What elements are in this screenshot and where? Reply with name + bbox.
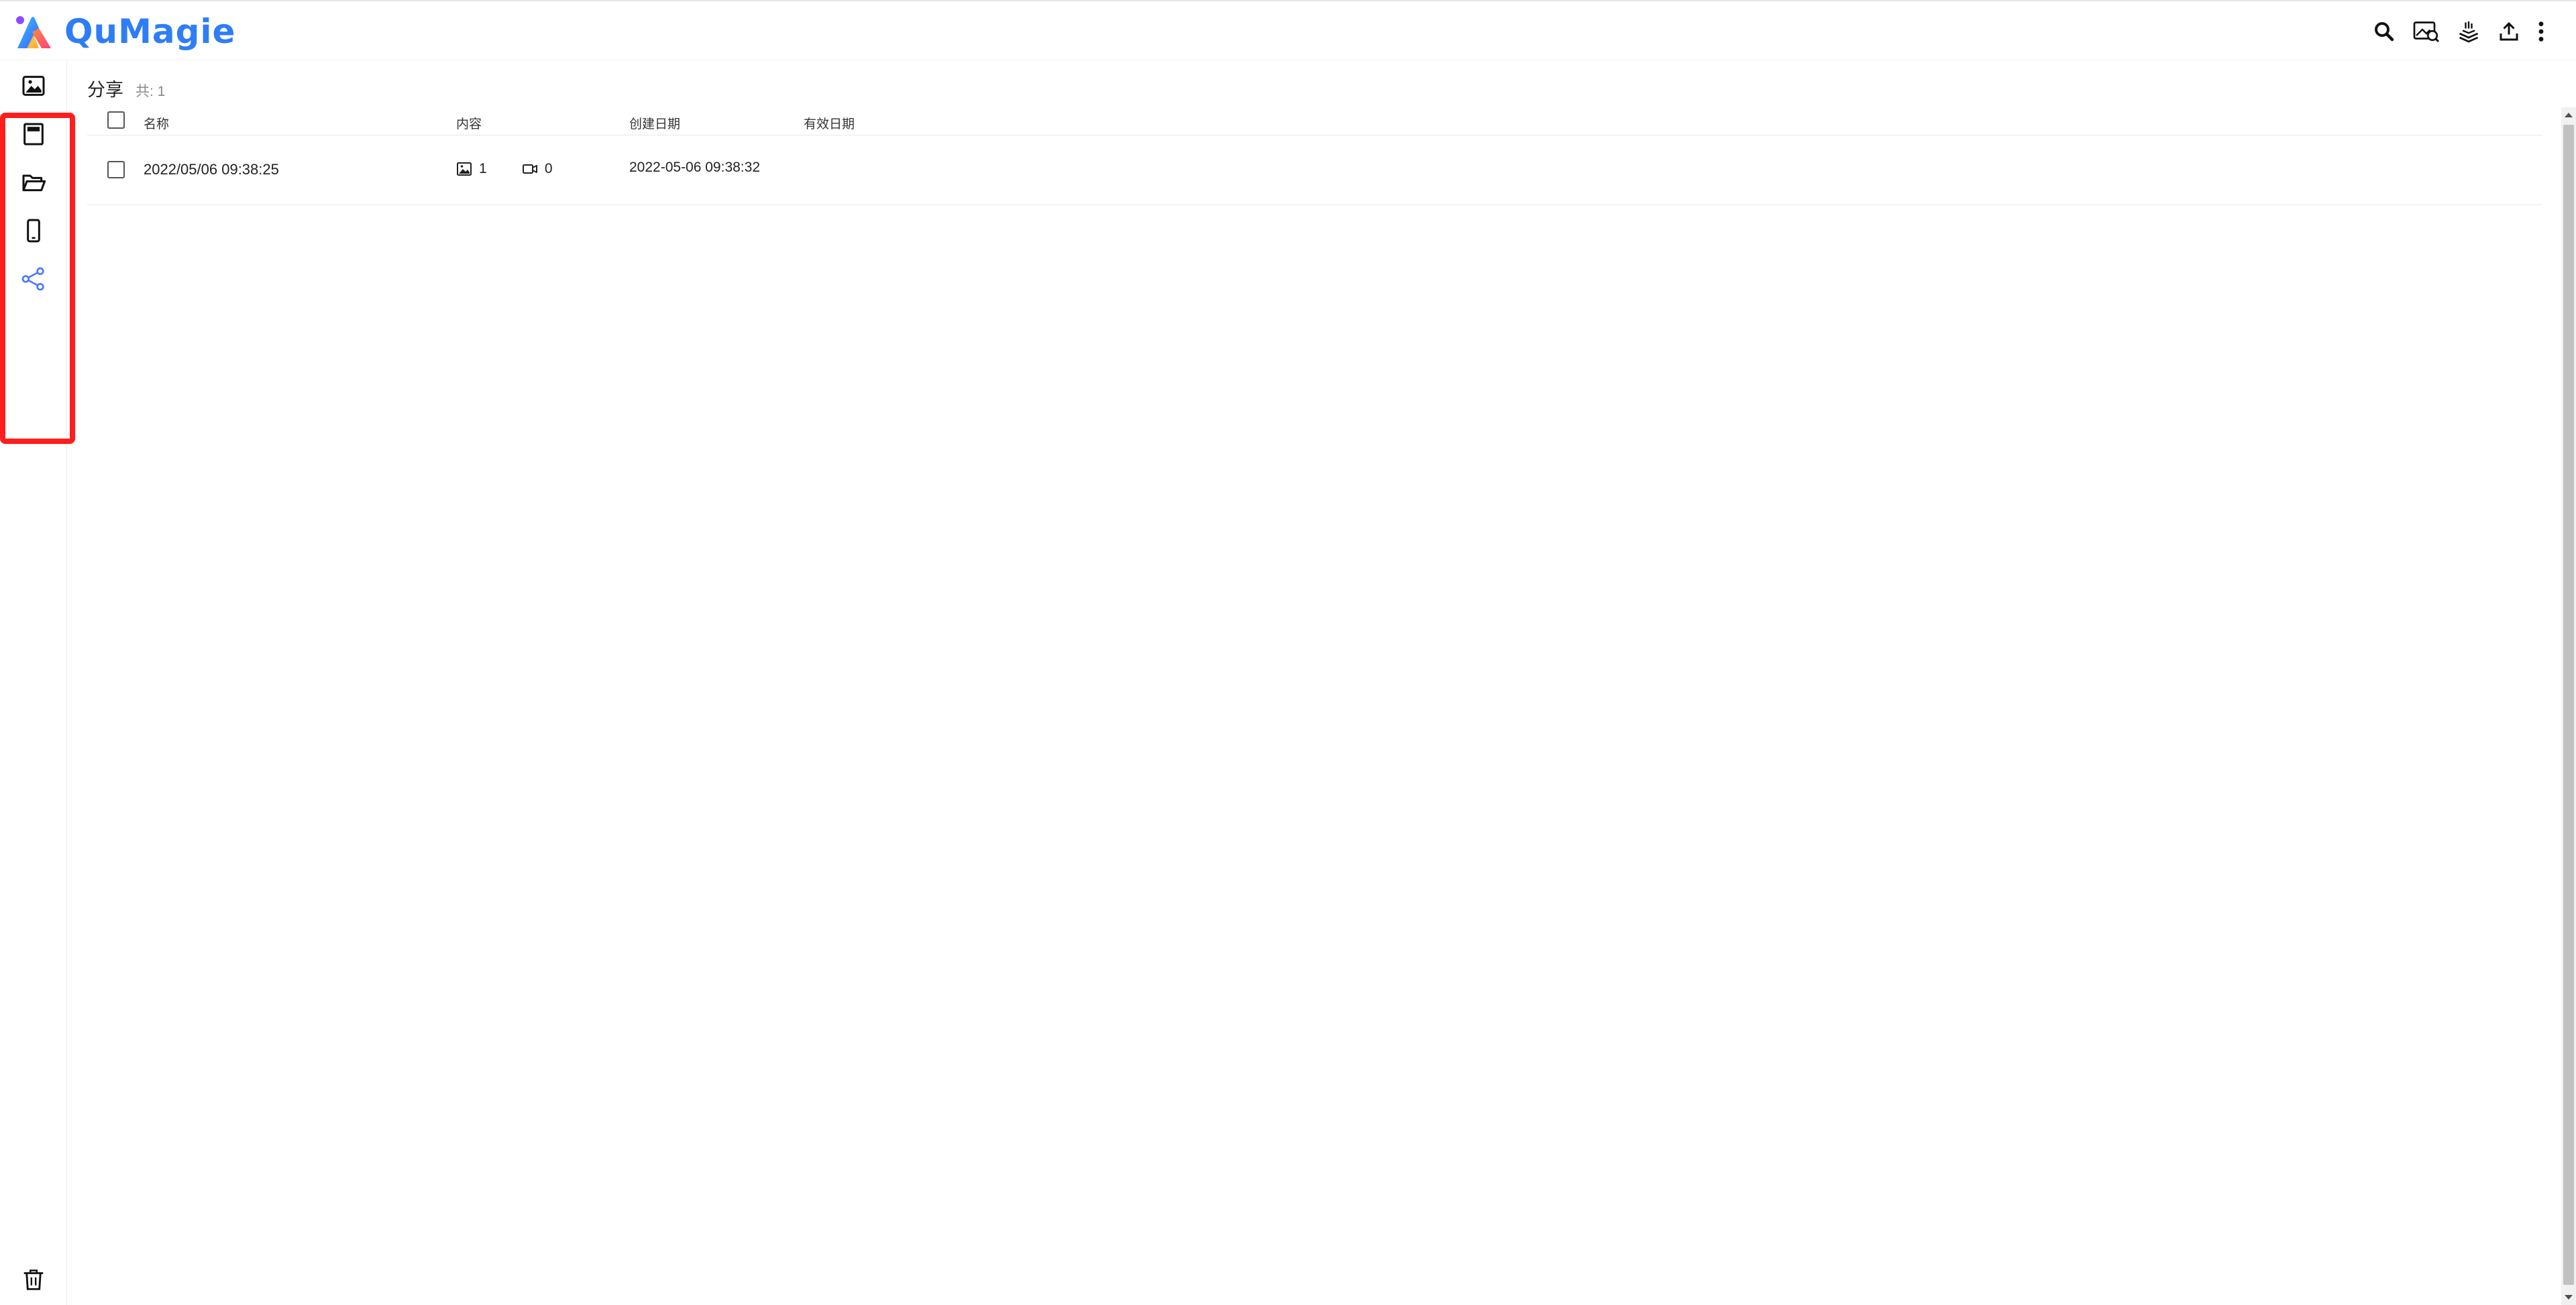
column-header-content[interactable]: 内容 <box>456 114 482 132</box>
select-all-checkbox[interactable] <box>107 111 125 129</box>
vertical-scrollbar[interactable] <box>2561 107 2576 1305</box>
photo-small-icon <box>457 162 472 176</box>
column-header-created[interactable]: 创建日期 <box>629 114 680 132</box>
qumagie-logo-icon <box>16 16 51 48</box>
main-content: 分享 共: 1 名称 内容 创建日期 有效日期 2022/05/06 09:38… <box>67 60 2549 1305</box>
background-tasks-button[interactable] <box>2457 16 2481 47</box>
table-row[interactable]: 2022/05/06 09:38:25 1 0 2022-05-06 09:38… <box>87 135 2542 205</box>
app-logo[interactable]: QuMagie <box>12 9 235 54</box>
top-bar: QuMagie <box>0 0 2576 60</box>
scroll-thumb[interactable] <box>2563 125 2574 1285</box>
row-checkbox[interactable] <box>107 161 125 178</box>
video-count-value: 0 <box>544 161 553 176</box>
arrow-up-icon <box>2565 113 2573 117</box>
image-icon <box>22 76 45 96</box>
sidebar-item-trash[interactable] <box>19 1265 48 1294</box>
share-name: 2022/05/06 09:38:25 <box>144 161 279 178</box>
smart-search-button[interactable] <box>2412 16 2440 47</box>
scroll-down-button[interactable] <box>2561 1290 2576 1305</box>
smart-search-icon <box>2413 21 2440 43</box>
app-name: QuMagie <box>64 12 236 51</box>
album-icon <box>23 123 44 146</box>
share-table: 名称 内容 创建日期 有效日期 2022/05/06 09:38:25 1 0 … <box>87 110 2542 205</box>
share-content: 1 0 <box>456 161 584 180</box>
more-vertical-icon <box>2538 21 2544 42</box>
scroll-up-button[interactable] <box>2561 107 2576 122</box>
search-icon <box>2375 22 2394 42</box>
arrow-down-icon <box>2565 1295 2573 1300</box>
sidebar <box>0 60 75 1305</box>
upload-button[interactable] <box>2497 16 2521 47</box>
sidebar-item-albums[interactable] <box>19 119 48 149</box>
share-icon <box>21 267 44 291</box>
background-tasks-icon <box>2459 21 2479 43</box>
sidebar-item-share[interactable] <box>19 264 48 294</box>
share-created-date: 2022-05-06 09:38:32 <box>629 160 760 175</box>
upload-icon <box>2500 21 2518 41</box>
mobile-icon <box>27 219 40 243</box>
trash-icon <box>23 1269 44 1290</box>
column-header-name[interactable]: 名称 <box>144 114 169 132</box>
sidebar-item-folders[interactable] <box>19 168 48 197</box>
page-header: 分享 共: 1 <box>87 75 165 101</box>
sidebar-item-devices[interactable] <box>19 216 48 245</box>
item-count: 共: 1 <box>136 84 166 99</box>
photo-count: 1 <box>456 161 487 177</box>
video-count: 0 <box>522 161 553 177</box>
column-header-expires[interactable]: 有效日期 <box>804 114 855 132</box>
search-button[interactable] <box>2372 16 2396 47</box>
folder-open-icon <box>22 174 46 192</box>
video-small-icon <box>522 164 537 174</box>
more-menu-button[interactable] <box>2537 16 2545 47</box>
sidebar-item-photos[interactable] <box>19 71 48 101</box>
header-toolbar <box>2372 16 2545 47</box>
photo-count-value: 1 <box>479 161 487 176</box>
page-title: 分享 <box>87 80 123 100</box>
table-header: 名称 内容 创建日期 有效日期 <box>87 110 2542 135</box>
